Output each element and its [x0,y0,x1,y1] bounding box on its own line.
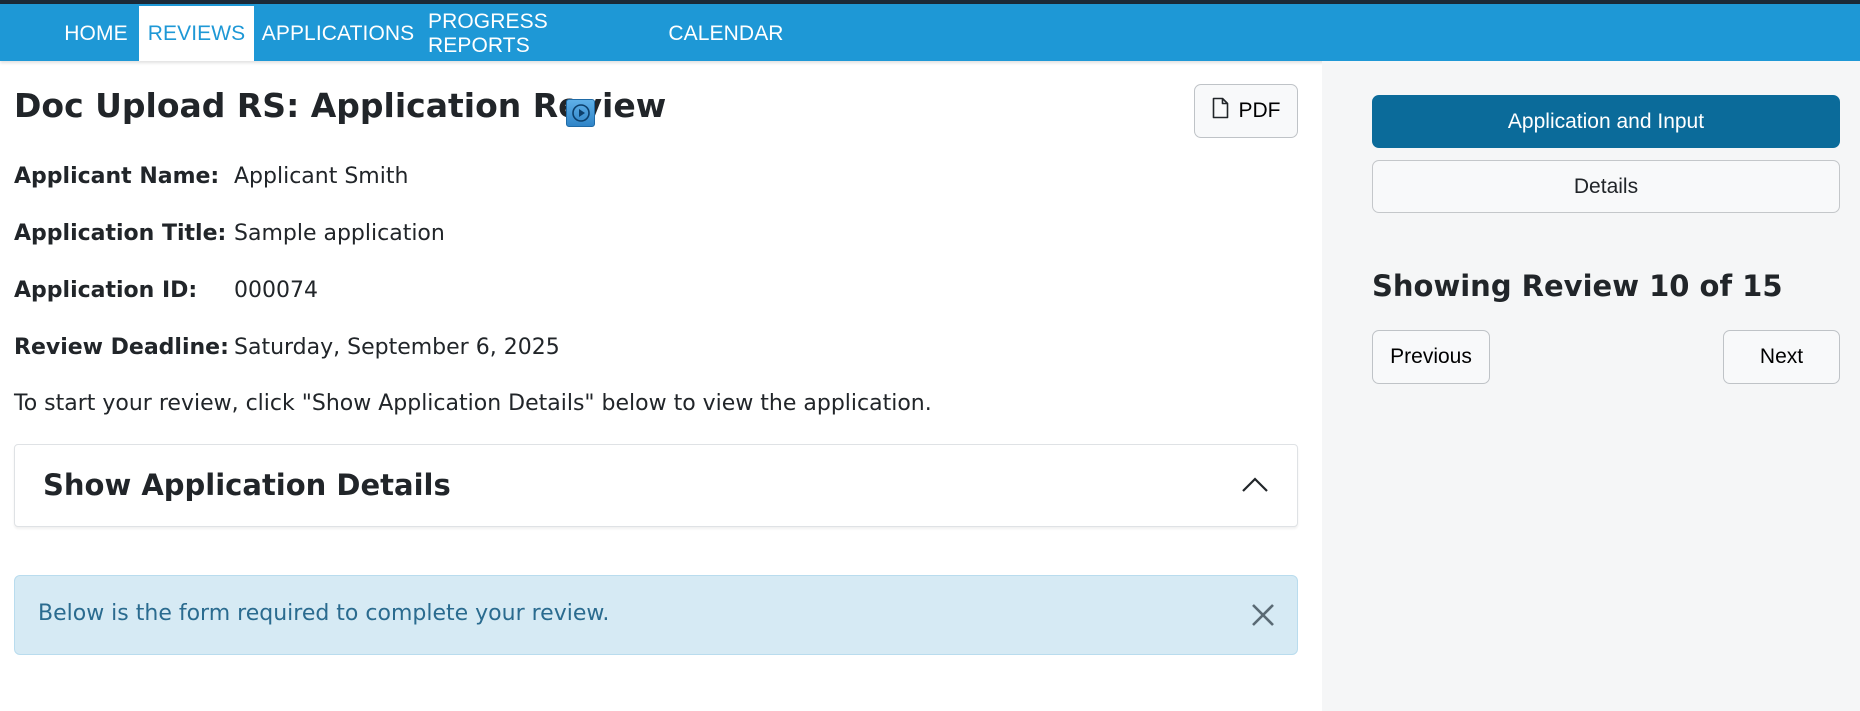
next-button[interactable]: Next [1723,330,1840,384]
field-label: Application ID: [14,278,198,303]
play-icon[interactable] [566,99,595,127]
nav-reviews[interactable]: REVIEWS [139,6,254,61]
field-value: Sample application [234,221,445,246]
main-navbar: HOME REVIEWS APPLICATIONS PROGRESS REPOR… [0,4,1860,61]
field-value: 000074 [234,278,318,303]
nav-calendar[interactable]: CALENDAR [666,6,786,61]
instructions-text: To start your review, click "Show Applic… [14,391,932,416]
field-label: Review Deadline: [14,335,229,360]
nav-home[interactable]: HOME [58,6,134,61]
nav-progress-reports[interactable]: PROGRESS REPORTS [428,6,654,61]
info-alert: Below is the form required to complete y… [14,575,1298,655]
alert-text: Below is the form required to complete y… [38,601,610,626]
field-value: Saturday, September 6, 2025 [234,335,560,360]
application-and-input-button[interactable]: Application and Input [1372,95,1840,148]
review-sidebar: Application and Input Details Showing Re… [1322,61,1860,711]
field-label: Applicant Name: [14,164,220,189]
chevron-up-icon [1241,473,1269,495]
details-button[interactable]: Details [1372,160,1840,213]
pdf-button[interactable]: PDF [1194,84,1298,138]
document-icon [1212,97,1229,125]
field-value: Applicant Smith [234,164,409,189]
show-application-details-accordion[interactable]: Show Application Details [14,444,1298,527]
review-counter: Showing Review 10 of 15 [1372,269,1783,303]
pdf-button-label: PDF [1238,99,1281,122]
nav-applications[interactable]: APPLICATIONS [262,6,414,61]
accordion-title: Show Application Details [43,468,451,502]
previous-button[interactable]: Previous [1372,330,1490,384]
field-label: Application Title: [14,221,227,246]
close-icon[interactable] [1249,601,1277,629]
